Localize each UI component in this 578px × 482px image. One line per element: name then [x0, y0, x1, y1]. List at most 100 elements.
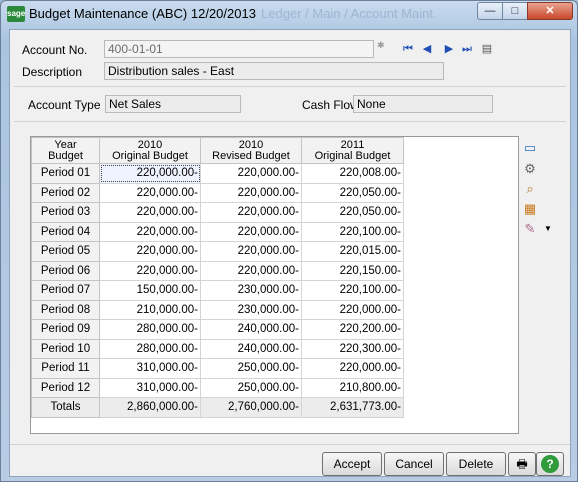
- budget-cell[interactable]: 220,000.00-: [200, 221, 302, 242]
- budget-cell[interactable]: 240,000.00-: [200, 338, 302, 359]
- table-row: Period 02 220,000.00- 220,000.00- 220,050.0…: [31, 182, 404, 203]
- budget-cell[interactable]: 220,050.00-: [301, 202, 404, 223]
- budget-table: Year Budget 2010 Original Budget 2010 Revis…: [31, 137, 404, 418]
- account-no-input[interactable]: 400-01-01: [104, 40, 374, 58]
- budget-cell[interactable]: 220,000.00-: [99, 241, 201, 262]
- budget-cell[interactable]: 220,000.00-: [200, 202, 302, 223]
- period-label: Period 12: [31, 377, 100, 398]
- lookup-list-icon[interactable]: ▤: [481, 42, 493, 56]
- account-type-label: Account Type: [28, 98, 101, 112]
- budget-cell[interactable]: 220,000.00-: [99, 163, 201, 184]
- cancel-button[interactable]: Cancel: [384, 452, 444, 476]
- chevron-down-icon[interactable]: ▼: [540, 221, 556, 237]
- print-button[interactable]: 🖶: [508, 452, 536, 476]
- window-icon[interactable]: ▭: [522, 140, 538, 156]
- budget-cell[interactable]: 210,000.00-: [99, 299, 201, 320]
- budget-cell[interactable]: 220,015.00-: [301, 241, 404, 262]
- budget-cell[interactable]: 250,000.00-: [200, 377, 302, 398]
- budget-cell[interactable]: 220,200.00-: [301, 319, 404, 340]
- period-label: Period 01: [31, 163, 100, 184]
- budget-cell[interactable]: 150,000.00-: [99, 280, 201, 301]
- budget-cell[interactable]: 210,800.00-: [301, 377, 404, 398]
- budget-cell[interactable]: 220,000.00-: [200, 182, 302, 203]
- cash-flow-field: None: [353, 95, 493, 113]
- total-cell: 2,631,773.00-: [301, 397, 404, 418]
- grid-header-row: Year Budget 2010 Original Budget 2010 Revis…: [31, 137, 404, 164]
- minimize-button[interactable]: —: [477, 2, 503, 20]
- budget-cell[interactable]: 310,000.00-: [99, 377, 201, 398]
- table-row: Period 09 280,000.00- 240,000.00- 220,200.0…: [31, 319, 404, 340]
- printer-icon: 🖶: [516, 457, 528, 471]
- column-header-2011-original[interactable]: 2011 Original Budget: [301, 137, 404, 164]
- column-header-2010-original[interactable]: 2010 Original Budget: [99, 137, 201, 164]
- budget-cell[interactable]: 220,000.00-: [200, 163, 302, 184]
- budget-cell[interactable]: 280,000.00-: [99, 338, 201, 359]
- budget-cell[interactable]: 220,150.00-: [301, 260, 404, 281]
- window-title: Budget Maintenance (ABC) 12/20/2013: [29, 6, 256, 21]
- account-no-label: Account No.: [22, 43, 88, 57]
- table-row: Period 05 220,000.00- 220,000.00- 220,015.0…: [31, 241, 404, 262]
- budget-grid[interactable]: Year Budget 2010 Original Budget 2010 Revis…: [30, 136, 519, 434]
- budget-cell[interactable]: 250,000.00-: [200, 358, 302, 379]
- total-cell: 2,760,000.00-: [200, 397, 302, 418]
- background-window-title: Ledger / Main / Account Maint.: [261, 6, 437, 21]
- total-cell: 2,860,000.00-: [99, 397, 201, 418]
- help-icon: ?: [541, 455, 559, 473]
- budget-cell[interactable]: 220,000.00-: [200, 260, 302, 281]
- help-button[interactable]: ?: [536, 452, 564, 476]
- lookup-asterisk-icon: ✱: [377, 40, 385, 50]
- period-label: Period 07: [31, 280, 100, 301]
- first-record-icon[interactable]: ⏮: [402, 42, 414, 56]
- budget-cell[interactable]: 220,000.00-: [200, 241, 302, 262]
- close-button[interactable]: ✕: [527, 2, 573, 20]
- spreadsheet-icon[interactable]: ▦: [522, 201, 538, 217]
- period-label: Period 06: [31, 260, 100, 281]
- column-header-year-budget[interactable]: Year Budget: [31, 137, 100, 164]
- last-record-icon[interactable]: ⏭: [461, 42, 473, 56]
- period-label: Period 02: [31, 182, 100, 203]
- budget-cell[interactable]: 220,300.00-: [301, 338, 404, 359]
- delete-button[interactable]: Delete: [446, 452, 506, 476]
- budget-cell[interactable]: 310,000.00-: [99, 358, 201, 379]
- description-label: Description: [22, 65, 83, 79]
- budget-cell[interactable]: 220,000.00-: [99, 260, 201, 281]
- previous-record-icon[interactable]: ◀: [421, 42, 433, 56]
- table-row: Period 03 220,000.00- 220,000.00- 220,050.0…: [31, 202, 404, 223]
- budget-cell[interactable]: 220,000.00-: [99, 202, 201, 223]
- budget-cell[interactable]: 220,000.00-: [301, 299, 404, 320]
- form-body: Account No. 400-01-01 ✱ ⏮ ◀ ▶ ⏭ ▤ Descri…: [9, 29, 571, 477]
- budget-cell[interactable]: 280,000.00-: [99, 319, 201, 340]
- table-row: Period 12 310,000.00- 250,000.00- 210,800.0…: [31, 377, 404, 398]
- cash-flow-label: Cash Flow: [302, 98, 359, 112]
- budget-cell[interactable]: 220,100.00-: [301, 280, 404, 301]
- period-label: Period 03: [31, 202, 100, 223]
- period-label: Period 11: [31, 358, 100, 379]
- account-type-field: Net Sales: [105, 95, 241, 113]
- totals-row: Totals 2,860,000.00- 2,760,000.00- 2,631,77…: [31, 397, 404, 418]
- budget-cell[interactable]: 220,000.00-: [99, 182, 201, 203]
- table-row: Period 01 220,000.00- 220,000.00- 220,008.0…: [31, 163, 404, 184]
- edit-list-icon[interactable]: ✎: [522, 221, 538, 237]
- zoom-icon[interactable]: ⌕: [522, 181, 538, 197]
- budget-cell[interactable]: 220,100.00-: [301, 221, 404, 242]
- budget-cell[interactable]: 220,050.00-: [301, 182, 404, 203]
- table-row: Period 06 220,000.00- 220,000.00- 220,150.0…: [31, 260, 404, 281]
- budget-cell[interactable]: 230,000.00-: [200, 280, 302, 301]
- budget-cell[interactable]: 220,000.00-: [301, 358, 404, 379]
- period-label: Period 05: [31, 241, 100, 262]
- budget-cell[interactable]: 220,008.00-: [301, 163, 404, 184]
- budget-cell[interactable]: 220,000.00-: [99, 221, 201, 242]
- budget-cell[interactable]: 240,000.00-: [200, 319, 302, 340]
- period-label: Period 10: [31, 338, 100, 359]
- column-header-2010-revised[interactable]: 2010 Revised Budget: [200, 137, 302, 164]
- totals-label: Totals: [31, 397, 100, 418]
- accept-button[interactable]: Accept: [322, 452, 382, 476]
- next-record-icon[interactable]: ▶: [443, 42, 455, 56]
- gear-icon[interactable]: ⚙: [522, 161, 538, 177]
- table-row: Period 04 220,000.00- 220,000.00- 220,100.0…: [31, 221, 404, 242]
- table-row: Period 11 310,000.00- 250,000.00- 220,000.0…: [31, 358, 404, 379]
- table-row: Period 08 210,000.00- 230,000.00- 220,000.0…: [31, 299, 404, 320]
- budget-cell[interactable]: 230,000.00-: [200, 299, 302, 320]
- maximize-button[interactable]: □: [502, 2, 528, 20]
- divider: [10, 444, 570, 445]
